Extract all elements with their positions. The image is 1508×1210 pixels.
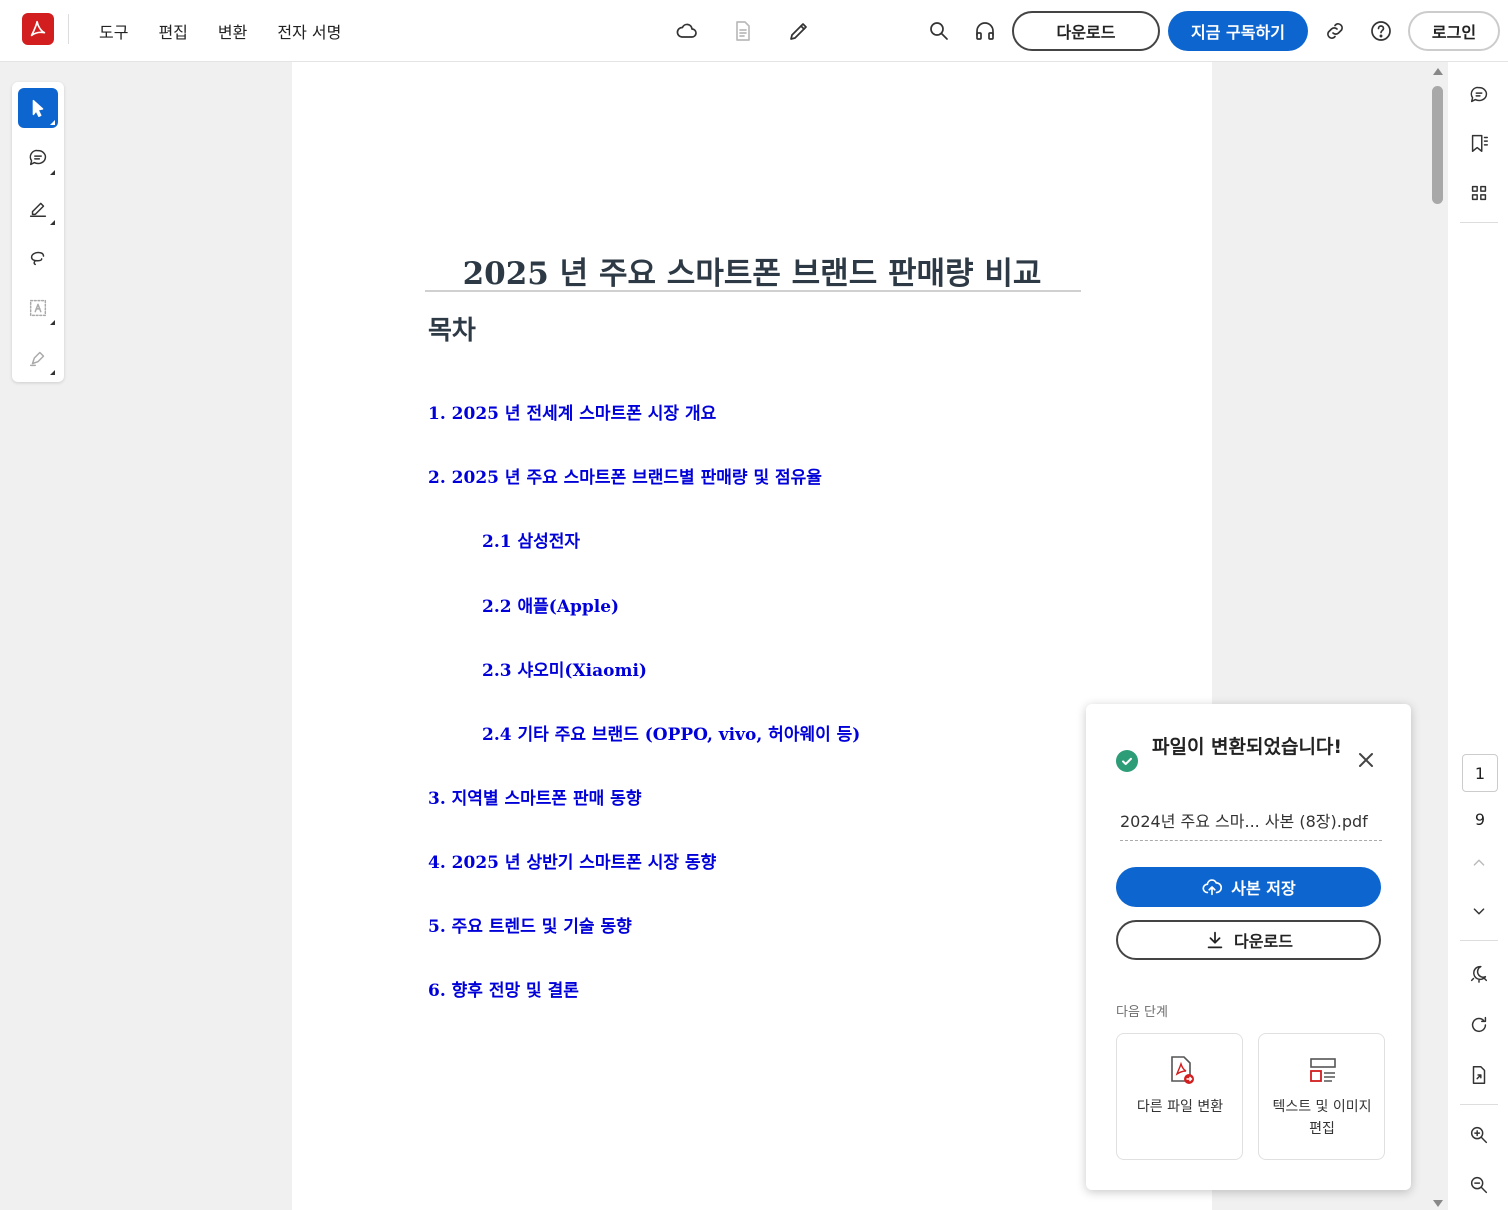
file-name: 2024년 주요 스마... 사본 (8장).pdf <box>1120 808 1382 841</box>
header-right-tools: 다운로드 지금 구독하기 로그인 <box>920 8 1500 54</box>
toc-link-2[interactable]: 2. 2025 년 주요 스마트폰 브랜드별 판매량 및 점유율 <box>428 463 822 488</box>
right-rail: 1 9 <box>1448 62 1508 1210</box>
link-icon[interactable] <box>1316 12 1354 50</box>
current-page-input[interactable]: 1 <box>1462 754 1498 792</box>
top-bar: 도구 편집 변환 전자 서명 다운로드 지금 구독하기 로그인 <box>0 0 1508 62</box>
acrobat-logo-icon <box>30 20 46 37</box>
lasso-draw-icon <box>30 251 45 266</box>
toc-link-2-3[interactable]: 2.3 샤오미(Xiaomi) <box>482 656 647 681</box>
edit-text-images-card[interactable]: 텍스트 및 이미지 편집 <box>1258 1033 1385 1160</box>
tool-menu-indicator <box>50 120 55 125</box>
draw-tool[interactable] <box>18 238 58 278</box>
toc-link-4[interactable]: 4. 2025 년 상반기 스마트폰 시장 동향 <box>428 848 716 873</box>
highlight-tool[interactable] <box>18 188 58 228</box>
toc-link-6[interactable]: 6. 향후 전망 및 결론 <box>428 976 579 1001</box>
rotate-icon[interactable] <box>1464 1010 1494 1040</box>
toc-link-3[interactable]: 3. 지역별 스마트폰 판매 동향 <box>428 784 641 809</box>
page-down-icon[interactable] <box>1464 896 1494 926</box>
dark-mode-icon[interactable] <box>1464 958 1494 988</box>
scroll-down-arrow-icon[interactable] <box>1433 1200 1443 1207</box>
highlight-pen-icon <box>29 202 47 217</box>
rail-divider <box>1460 940 1498 941</box>
toc-link-2-1[interactable]: 2.1 삼성전자 <box>482 527 580 552</box>
comment-tool[interactable] <box>18 138 58 178</box>
zoom-in-icon[interactable] <box>1464 1120 1494 1150</box>
convert-another-file-card[interactable]: 다른 파일 변환 <box>1116 1033 1243 1160</box>
menu-convert[interactable]: 변환 <box>203 19 262 43</box>
document-title: 2025 년 주요 스마트폰 브랜드 판매량 비교 <box>462 256 1042 292</box>
download-button[interactable]: 다운로드 <box>1012 11 1160 51</box>
toc-link-5[interactable]: 5. 주요 트렌드 및 기술 동향 <box>428 912 632 937</box>
select-tool[interactable] <box>18 88 58 128</box>
page-up-icon[interactable] <box>1464 848 1494 878</box>
next-steps-label: 다음 단계 <box>1116 1005 1168 1020</box>
main-menu: 도구 편집 변환 전자 서명 <box>84 0 356 62</box>
comment-icon <box>29 149 47 166</box>
scroll-up-arrow-icon[interactable] <box>1433 68 1443 75</box>
pdf-page: 2025 년 주요 스마트폰 브랜드 판매량 비교 목차 1. 2025 년 전… <box>292 62 1212 1210</box>
tool-menu-indicator <box>50 170 55 175</box>
panel-download-button[interactable]: 다운로드 <box>1116 920 1381 960</box>
headphones-icon[interactable] <box>966 12 1004 50</box>
edit-text-image-icon <box>1310 1058 1336 1082</box>
text-tool[interactable] <box>18 288 58 328</box>
save-copy-label: 사본 저장 <box>1231 879 1296 898</box>
cloud-upload-icon <box>1202 879 1223 896</box>
convert-another-file-label: 다른 파일 변환 <box>1136 1099 1224 1115</box>
edit-text-images-label: 텍스트 및 이미지 편집 <box>1272 1099 1372 1137</box>
tool-menu-indicator <box>50 370 55 375</box>
rail-divider <box>1460 222 1498 223</box>
vertical-scrollbar[interactable] <box>1428 62 1448 1210</box>
toc-link-2-4[interactable]: 2.4 기타 주요 브랜드 (OPPO, vivo, 허아웨이 등) <box>482 720 860 745</box>
pen-icon[interactable] <box>780 12 818 50</box>
toc-link-2-2[interactable]: 2.2 애플(Apple) <box>482 592 619 617</box>
document-icon[interactable] <box>724 12 762 50</box>
signature-icon <box>29 351 45 367</box>
acrobat-logo[interactable] <box>22 13 54 45</box>
cloud-icon[interactable] <box>668 12 706 50</box>
convert-file-icon <box>1171 1056 1194 1084</box>
rail-divider <box>1460 1104 1498 1105</box>
annotation-toolbar <box>12 82 64 382</box>
download-icon <box>1207 931 1223 949</box>
zoom-out-icon[interactable] <box>1464 1170 1494 1200</box>
search-icon[interactable] <box>920 12 958 50</box>
conversion-success-panel: 파일이 변환되었습니다! 2024년 주요 스마... 사본 (8장).pdf … <box>1086 704 1411 1190</box>
close-icon[interactable] <box>1354 748 1378 772</box>
thumbnails-icon[interactable] <box>1464 178 1494 208</box>
total-pages: 9 <box>1474 810 1486 829</box>
text-box-icon <box>29 299 47 317</box>
comments-icon[interactable] <box>1464 80 1494 110</box>
bookmark-icon[interactable] <box>1464 128 1494 158</box>
tool-menu-indicator <box>50 220 55 225</box>
document-actions <box>668 12 818 50</box>
menu-e-sign[interactable]: 전자 서명 <box>262 19 356 43</box>
tool-menu-indicator <box>50 320 55 325</box>
toc-link-1[interactable]: 1. 2025 년 전세계 스마트폰 시장 개요 <box>428 399 716 424</box>
toc-heading: 목차 <box>428 316 476 346</box>
help-icon[interactable] <box>1362 12 1400 50</box>
save-copy-button[interactable]: 사본 저장 <box>1116 867 1381 907</box>
extract-page-icon[interactable] <box>1464 1060 1494 1090</box>
success-check-icon <box>1116 750 1138 772</box>
select-cursor-icon <box>32 99 44 117</box>
scroll-thumb[interactable] <box>1432 86 1443 204</box>
title-rule <box>425 290 1081 292</box>
panel-title: 파일이 변환되었습니다! <box>1152 736 1343 758</box>
menu-edit[interactable]: 편집 <box>143 19 202 43</box>
subscribe-button[interactable]: 지금 구독하기 <box>1168 11 1308 51</box>
panel-download-label: 다운로드 <box>1234 932 1293 951</box>
sign-tool[interactable] <box>18 338 58 378</box>
menu-tools[interactable]: 도구 <box>84 19 143 43</box>
divider <box>68 14 69 44</box>
login-button[interactable]: 로그인 <box>1408 11 1500 51</box>
